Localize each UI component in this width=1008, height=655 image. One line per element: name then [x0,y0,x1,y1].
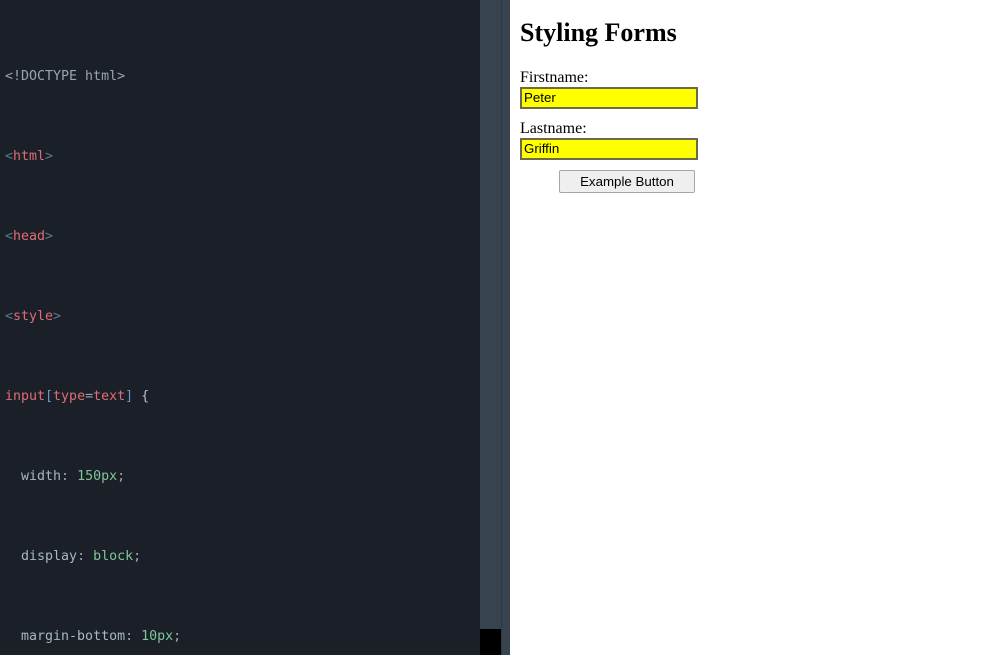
rendered-preview-pane: Styling Forms Firstname: Lastname: [510,0,1008,655]
source-code-block[interactable]: <!DOCTYPE html> <html> <head> <style> in… [0,0,480,655]
token-doctype: <!DOCTYPE html> [5,69,125,84]
code-editor-pane[interactable]: <!DOCTYPE html> <html> <head> <style> in… [0,0,480,655]
token-selector-input: input [5,389,45,404]
firstname-label: Firstname: [520,69,588,86]
code-line-width-150: width: 150px; [5,467,480,487]
token-prop-display: display [21,549,77,564]
code-preview-split-view: <!DOCTYPE html> <html> <head> <style> in… [0,0,1008,655]
firstname-input[interactable] [520,87,698,109]
example-button[interactable] [559,170,695,193]
token-val-block: block [93,549,133,564]
editor-scrollbar-gutter[interactable] [480,0,510,655]
pane-divider [501,0,502,655]
token-tag-style: style [13,309,53,324]
lastname-label: Lastname: [520,120,587,137]
lastname-input[interactable] [520,138,698,160]
token-val-10px: 10px [141,629,173,644]
styling-forms-form: Firstname: Lastname: [520,68,1000,193]
page-title: Styling Forms [520,19,1000,48]
code-line-doctype: <!DOCTYPE html> [5,67,480,87]
token-attr-type: type [53,389,85,404]
code-line-style-open: <style> [5,307,480,327]
code-line-margin-bottom: margin-bottom: 10px; [5,627,480,647]
token-prop-margin-bottom: margin-bottom [21,629,125,644]
token-tag-head: head [13,229,45,244]
preview-document-body: Styling Forms Firstname: Lastname: [510,0,1008,201]
token-tag-html: html [13,149,45,164]
code-line-html-open: <html> [5,147,480,167]
code-line-selector-text: input[type=text] { [5,387,480,407]
token-val-150px: 150px [77,469,117,484]
horizontal-scrollbar-thumb[interactable] [480,629,501,655]
token-prop-width: width [21,469,61,484]
code-line-head-open: <head> [5,227,480,247]
code-line-display-block-1: display: block; [5,547,480,567]
